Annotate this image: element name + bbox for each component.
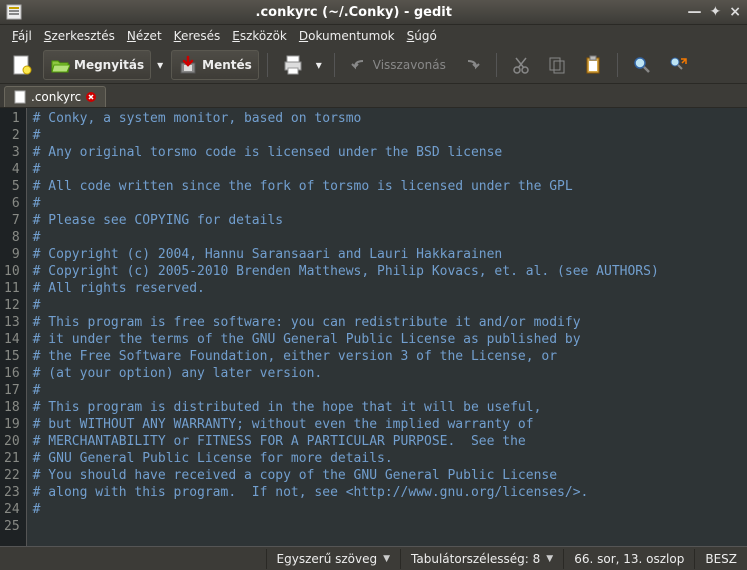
file-icon — [13, 90, 27, 104]
chevron-down-icon: ▼ — [383, 554, 390, 564]
toolbar-separator — [267, 53, 268, 77]
save-button[interactable]: Mentés — [171, 50, 259, 80]
undo-label: Visszavonás — [373, 58, 446, 72]
editor-area[interactable]: 1 2 3 4 5 6 7 8 9 10 11 12 13 14 15 16 1… — [0, 108, 747, 546]
line-number-gutter: 1 2 3 4 5 6 7 8 9 10 11 12 13 14 15 16 1… — [0, 108, 27, 546]
tab-close-button[interactable] — [85, 91, 97, 103]
tab-label: .conkyrc — [31, 90, 81, 104]
document-tabstrip: .conkyrc — [0, 84, 747, 108]
tabwidth-selector[interactable]: Tabulátorszélesség: 8▼ — [400, 549, 563, 569]
menu-item[interactable]: Eszközök — [226, 27, 293, 45]
menu-item[interactable]: Súgó — [401, 27, 443, 45]
open-label: Megnyitás — [74, 58, 144, 72]
code-content[interactable]: # Conky, a system monitor, based on tors… — [27, 108, 665, 546]
toolbar-separator — [617, 53, 618, 77]
find-button[interactable] — [626, 51, 658, 79]
redo-button[interactable] — [456, 51, 488, 79]
menu-item[interactable]: Szerkesztés — [38, 27, 121, 45]
document-tab[interactable]: .conkyrc — [4, 86, 106, 107]
insert-mode: BESZ — [694, 549, 747, 569]
undo-button[interactable]: Visszavonás — [343, 51, 452, 79]
replace-button[interactable] — [662, 51, 694, 79]
menu-item[interactable]: Nézet — [121, 27, 168, 45]
maximize-button[interactable]: ✦ — [710, 4, 722, 20]
print-dropdown[interactable]: ▾ — [314, 54, 326, 76]
app-icon — [6, 4, 22, 20]
toolbar-separator — [496, 53, 497, 77]
copy-button[interactable] — [541, 51, 573, 79]
paste-button[interactable] — [577, 51, 609, 79]
cursor-position: 66. sor, 13. oszlop — [563, 549, 694, 569]
minimize-button[interactable]: — — [688, 4, 702, 20]
open-button[interactable]: Megnyitás — [43, 50, 151, 80]
window-title: .conkyrc (~/.Conky) - gedit — [28, 5, 680, 20]
menu-item[interactable]: Dokumentumok — [293, 27, 401, 45]
close-window-button[interactable]: × — [729, 4, 741, 20]
new-button[interactable] — [5, 50, 39, 80]
menubar: FájlSzerkesztésNézetKeresésEszközökDokum… — [0, 25, 747, 47]
menu-item[interactable]: Keresés — [168, 27, 227, 45]
save-label: Mentés — [202, 58, 252, 72]
toolbar: Megnyitás ▾ Mentés ▾ Visszavonás — [0, 47, 747, 84]
menu-item[interactable]: Fájl — [6, 27, 38, 45]
statusbar: Egyszerű szöveg▼ Tabulátorszélesség: 8▼ … — [0, 546, 747, 570]
chevron-down-icon: ▼ — [546, 554, 553, 564]
syntax-selector[interactable]: Egyszerű szöveg▼ — [266, 549, 401, 569]
toolbar-separator — [334, 53, 335, 77]
open-dropdown[interactable]: ▾ — [155, 54, 167, 76]
print-button[interactable] — [276, 50, 310, 80]
window-titlebar: .conkyrc (~/.Conky) - gedit — ✦ × — [0, 0, 747, 25]
cut-button[interactable] — [505, 51, 537, 79]
